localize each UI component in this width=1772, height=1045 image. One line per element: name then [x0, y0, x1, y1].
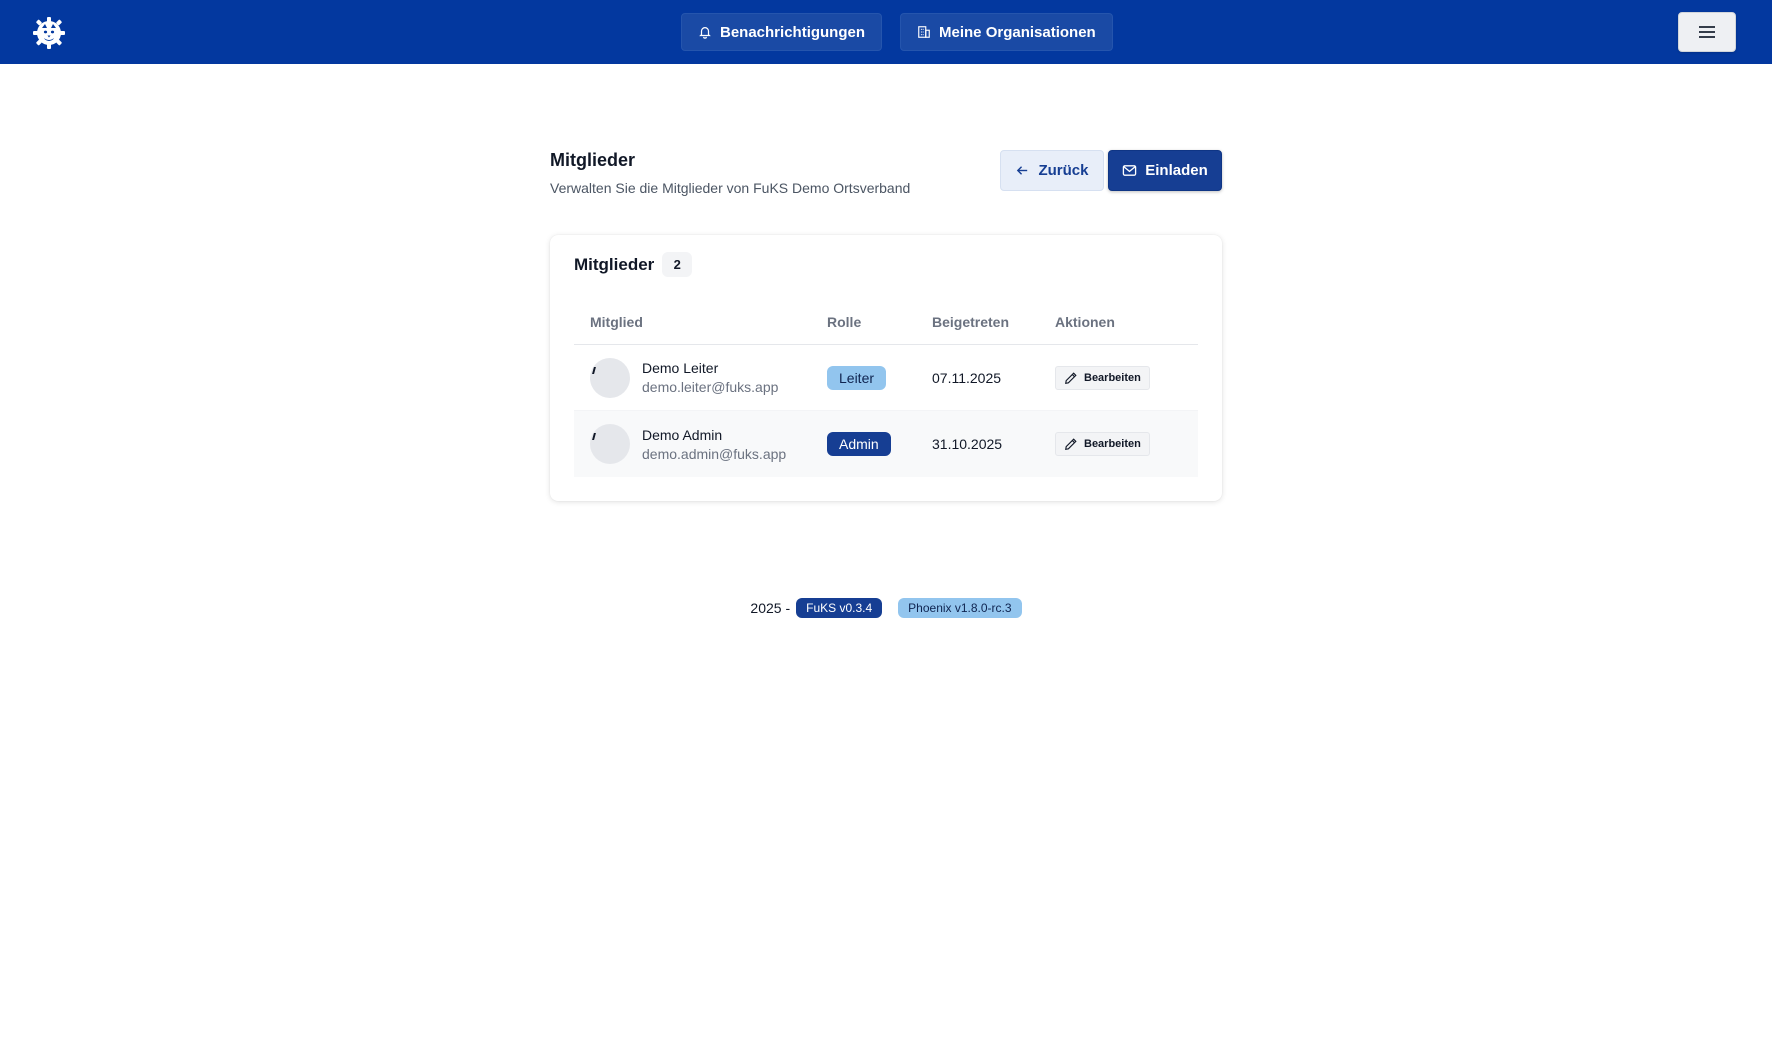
pencil-icon: [1065, 438, 1077, 450]
main-nav: Benachrichtigungen Meine Organisationen: [681, 13, 1113, 51]
footer: 2025 - FuKS v0.3.4 Phoenix v1.8.0-rc.3: [0, 598, 1772, 618]
my-organizations-label: Meine Organisationen: [939, 23, 1096, 41]
header-actions: Zurück Einladen: [1000, 150, 1222, 191]
members-card: Mitglieder 2 Mitglied Rolle Beigetreten …: [550, 235, 1222, 501]
joined-date: 31.10.2025: [932, 436, 1003, 452]
edit-label: Bearbeiten: [1084, 371, 1141, 384]
bell-icon: [699, 27, 711, 39]
arrow-left-icon: [1017, 166, 1028, 175]
invite-label: Einladen: [1145, 162, 1208, 179]
edit-member-button[interactable]: Bearbeiten: [1055, 432, 1150, 456]
column-header-actions: Aktionen: [1055, 313, 1115, 330]
avatar: [590, 424, 630, 464]
edit-label: Bearbeiten: [1084, 438, 1141, 450]
member-email: demo.admin@fuks.app: [642, 445, 787, 462]
role-badge: Leiter: [827, 365, 887, 390]
avatar: [590, 357, 630, 398]
pencil-icon: [1065, 371, 1077, 384]
joined-date: 07.11.2025: [932, 369, 1002, 386]
members-card-title: Mitglieder: [574, 254, 655, 274]
back-button[interactable]: Zurück: [1000, 150, 1104, 191]
building-icon: [918, 26, 930, 38]
member-cell: Demo Admin demo.admin@fuks.app: [574, 424, 827, 464]
page-header: Mitglieder Verwalten Sie die Mitglieder …: [550, 150, 1222, 196]
gear-cat-logo-icon[interactable]: [32, 16, 66, 50]
my-organizations-button[interactable]: Meine Organisationen: [900, 13, 1113, 51]
members-card-header: Mitglieder 2: [574, 252, 693, 277]
table-row: Demo Admin demo.admin@fuks.app Admin 31.…: [574, 411, 1198, 477]
member-email: demo.leiter@fuks.app: [642, 379, 779, 395]
column-header-joined: Beigetreten: [932, 313, 1010, 330]
table-row: Demo Leiter demo.leiter@fuks.app Leiter …: [574, 345, 1198, 411]
role-badge: Admin: [827, 432, 891, 456]
hamburger-menu-button[interactable]: [1678, 12, 1736, 52]
table-header: Mitglied Rolle Beigetreten Aktionen: [574, 299, 1198, 345]
top-navbar: Benachrichtigungen Meine Organisationen: [0, 0, 1772, 64]
fuks-version-badge: FuKS v0.3.4: [796, 598, 883, 618]
footer-year: 2025 -: [750, 600, 791, 616]
member-name: Demo Admin: [642, 426, 723, 443]
hamburger-menu-icon: [1699, 26, 1715, 38]
edit-member-button[interactable]: Bearbeiten: [1055, 365, 1150, 390]
back-label: Zurück: [1038, 162, 1089, 179]
column-header-member: Mitglied: [590, 313, 643, 330]
notifications-label: Benachrichtigungen: [720, 23, 866, 41]
member-count-badge: 2: [662, 252, 693, 277]
envelope-icon: [1122, 165, 1137, 176]
members-table: Mitglied Rolle Beigetreten Aktionen Demo…: [574, 299, 1198, 477]
phoenix-version-badge: Phoenix v1.8.0-rc.3: [898, 598, 1022, 618]
member-cell: Demo Leiter demo.leiter@fuks.app: [574, 357, 827, 398]
invite-button[interactable]: Einladen: [1108, 150, 1222, 191]
column-header-role: Rolle: [827, 313, 862, 330]
notifications-button[interactable]: Benachrichtigungen: [681, 13, 883, 51]
member-name: Demo Leiter: [642, 360, 719, 376]
